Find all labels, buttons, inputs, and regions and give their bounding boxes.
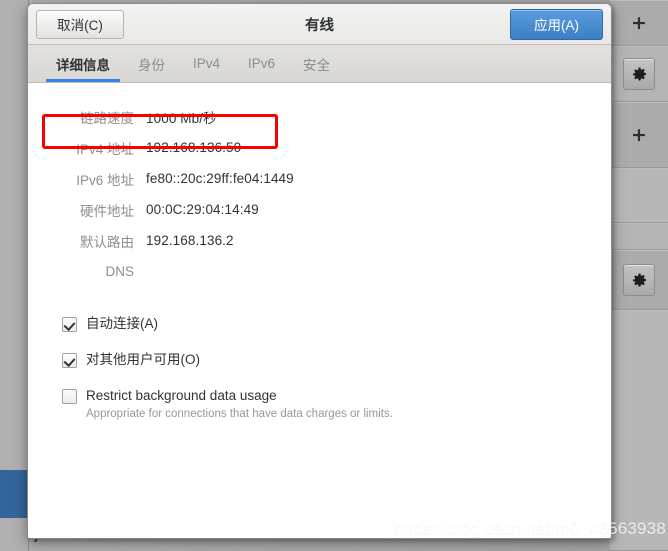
checkbox-restrict-background-data[interactable] [62, 389, 77, 405]
detail-label: IPv6 地址 [76, 172, 134, 188]
plus-icon[interactable]: + [631, 125, 647, 145]
tab-identity[interactable]: 身份 [124, 45, 179, 82]
checkbox-label: 自动连接(A) [86, 316, 158, 331]
details-panel: 链路速度 1000 Mb/秒 IPv4 地址 192.168.136.50 IP… [28, 83, 611, 538]
detail-row-hardware-address: 硬件地址 00:0C:29:04:14:49 [52, 194, 294, 225]
tab-ipv4[interactable]: IPv4 [179, 45, 234, 82]
detail-label: 硬件地址 [80, 203, 134, 219]
detail-value: 00:0C:29:04:14:49 [146, 202, 259, 217]
gear-icon [632, 67, 646, 80]
cancel-button[interactable]: 取消(C) [36, 9, 124, 39]
details-table: 链路速度 1000 Mb/秒 IPv4 地址 192.168.136.50 IP… [52, 101, 294, 287]
detail-value: 192.168.136.2 [146, 233, 234, 248]
detail-label: 链路速度 [80, 110, 134, 126]
options-group: 自动连接(A) 对其他用户可用(O) Restrict background d… [62, 315, 611, 422]
screen: › + + [0, 0, 668, 551]
background-row-add-2[interactable]: + [610, 102, 668, 168]
detail-label: IPv4 地址 [76, 141, 134, 157]
background-row-blank-2[interactable] [610, 223, 668, 250]
sidebar-selected-item[interactable] [0, 470, 28, 518]
background-connection-list: + + [610, 0, 668, 551]
background-row-settings-1[interactable] [610, 46, 668, 102]
detail-value: 192.168.136.50 [146, 140, 242, 155]
detail-row-ipv4-address: IPv4 地址 192.168.136.50 [52, 132, 294, 163]
detail-value: 1000 Mb/秒 [146, 110, 217, 126]
detail-value: fe80::20c:29ff:fe04:1449 [146, 171, 294, 186]
detail-row-link-speed: 链路速度 1000 Mb/秒 [52, 101, 294, 132]
wired-connection-dialog: 取消(C) 有线 应用(A) 详细信息 身份 IPv4 IPv6 安全 链路速度… [27, 3, 612, 539]
background-sidebar[interactable] [0, 0, 29, 551]
tab-ipv6[interactable]: IPv6 [234, 45, 289, 82]
detail-value [146, 256, 294, 287]
detail-row-ipv6-address: IPv6 地址 fe80::20c:29ff:fe04:1449 [52, 163, 294, 194]
detail-label: 默认路由 [80, 234, 134, 250]
gear-icon [632, 273, 646, 286]
tab-details[interactable]: 详细信息 [42, 45, 124, 82]
gear-button[interactable] [623, 264, 655, 296]
detail-row-default-route: 默认路由 192.168.136.2 [52, 225, 294, 256]
dialog-titlebar: 取消(C) 有线 应用(A) [28, 4, 611, 45]
apply-button[interactable]: 应用(A) [510, 8, 603, 40]
background-row-blank-3[interactable] [610, 310, 668, 551]
plus-icon[interactable]: + [631, 13, 647, 33]
detail-label: DNS [105, 264, 134, 279]
detail-row-dns: DNS [52, 256, 294, 287]
checkbox-description: Appropriate for connections that have da… [86, 407, 393, 420]
checkbox-label: Restrict background data usage [86, 388, 277, 404]
tab-security[interactable]: 安全 [289, 45, 344, 82]
checkbox-autoconnect[interactable] [62, 317, 77, 332]
background-row-blank-1[interactable] [610, 168, 668, 223]
checkbox-label: 对其他用户可用(O) [86, 352, 200, 368]
checkbox-available-to-others[interactable] [62, 353, 77, 369]
checkbox-row-restrict-background-data[interactable]: Restrict background data usage Appropria… [62, 387, 611, 421]
background-row-settings-2[interactable] [610, 250, 668, 310]
gear-button[interactable] [623, 58, 655, 90]
tab-bar: 详细信息 身份 IPv4 IPv6 安全 [28, 45, 611, 83]
checkbox-row-available-to-others[interactable]: 对其他用户可用(O) [62, 351, 611, 369]
background-row-add-1[interactable]: + [610, 0, 668, 46]
checkbox-row-autoconnect[interactable]: 自动连接(A) [62, 315, 611, 333]
